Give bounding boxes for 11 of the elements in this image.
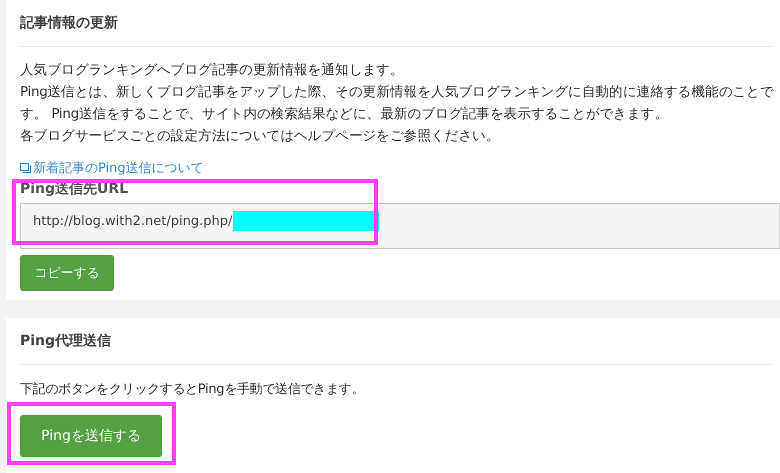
section-title: Ping代理送信 (20, 332, 112, 351)
description-text: 下記のボタンをクリックするとPingを手動で送信できます。 (20, 381, 365, 399)
description-text: 人気ブログランキングへブログ記事の更新情報を通知します。 (20, 61, 405, 80)
copy-button[interactable]: コピーする (20, 255, 114, 291)
description-text: 各ブログサービスごとの設定方法についてはヘルプページをご参照ください。 (20, 127, 501, 146)
description-text: Ping送信とは、新しくブログ記事をアップした際、その更新情報を人気ブログランキングに自動的に連絡する機能のことです。 Ping送信をすることで、サイト内の検索結果などに、最新のブログ記事を表示することができます。 (20, 83, 775, 124)
send-ping-button[interactable]: Pingを送信する (20, 415, 162, 457)
section-title: 記事情報の更新 (20, 14, 119, 33)
url-field[interactable]: http://blog.with2.net/ping.php/ (20, 203, 780, 249)
new-window-icon (20, 163, 31, 173)
help-link[interactable]: 新着記事のPing送信について (33, 159, 204, 177)
